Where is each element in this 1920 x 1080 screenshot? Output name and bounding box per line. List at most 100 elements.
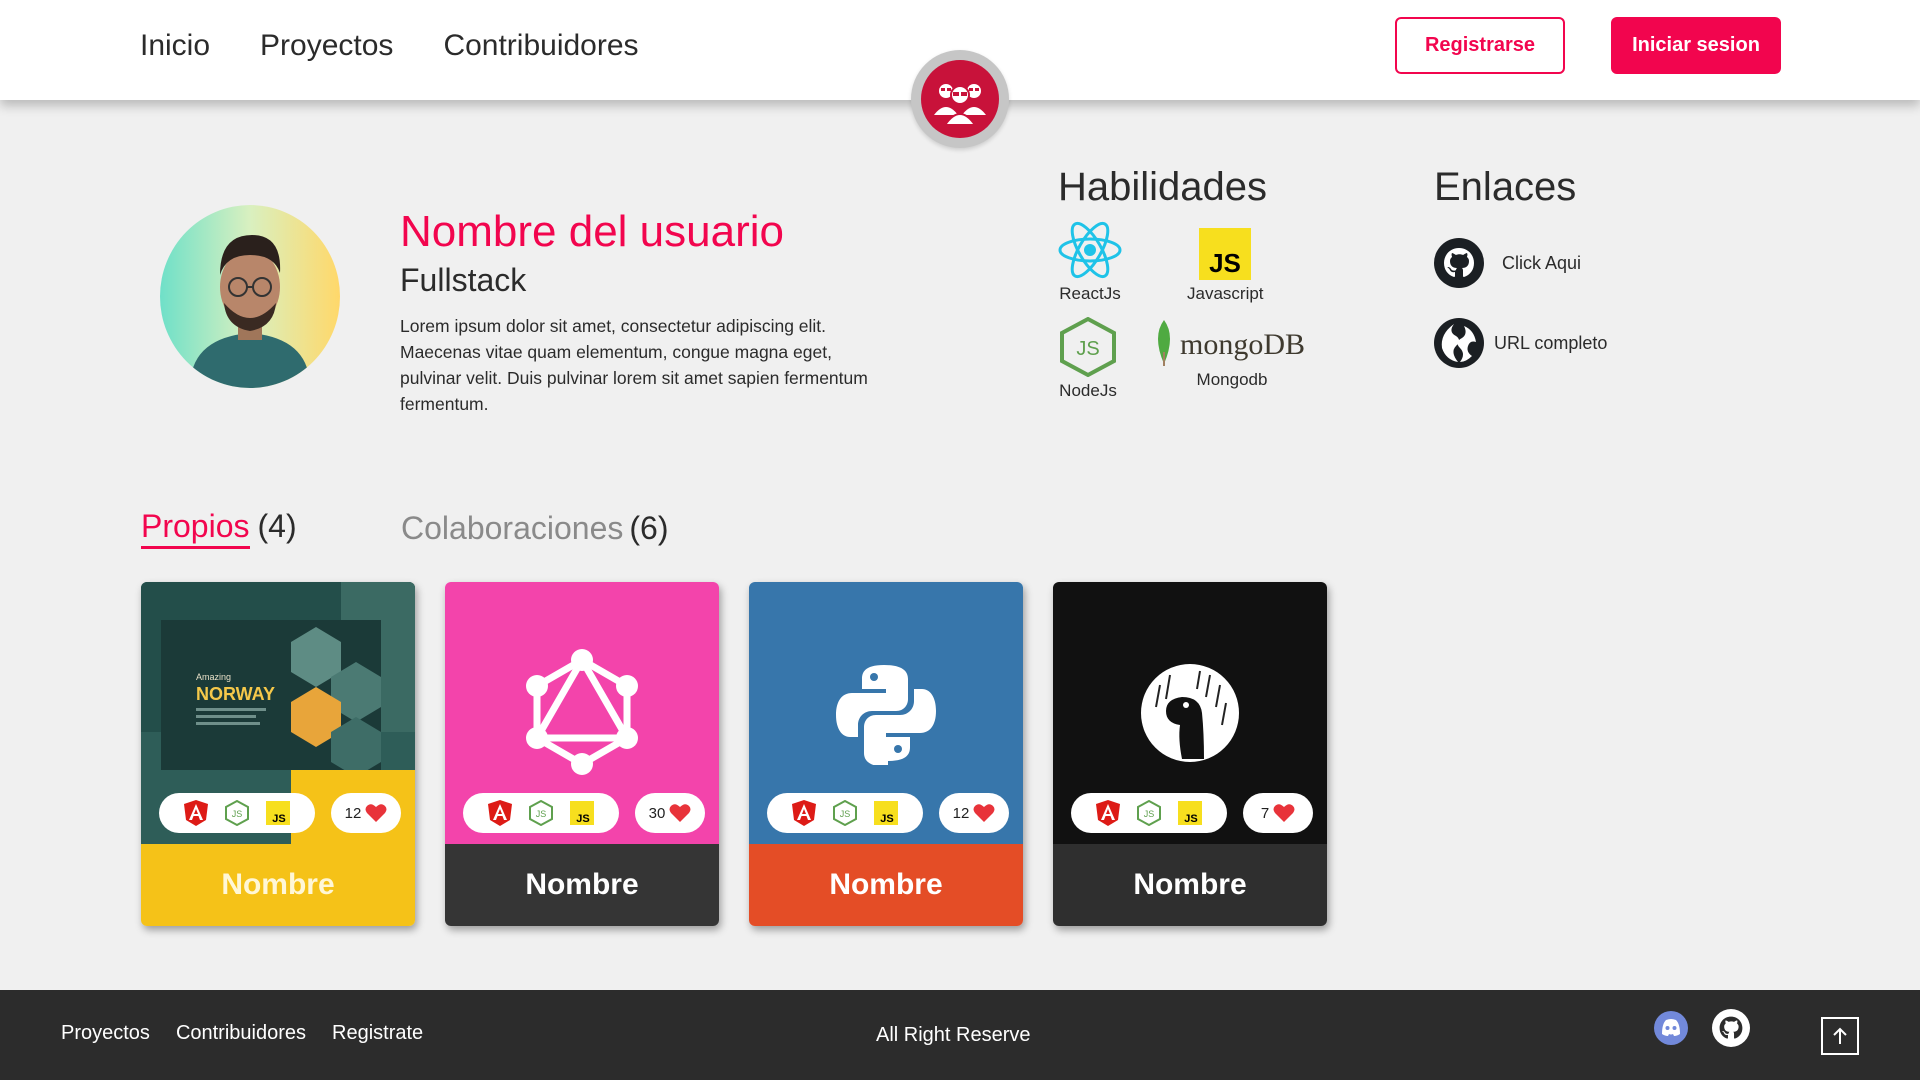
deno-icon [1141, 664, 1239, 762]
heart-icon [669, 804, 691, 822]
tab-count: (6) [629, 510, 669, 546]
likes-count: 7 [1260, 804, 1270, 822]
heart-icon [973, 804, 995, 822]
tab-label: Colaboraciones [401, 510, 624, 546]
skill-label: ReactJs [1059, 284, 1121, 303]
tab-colaboraciones[interactable]: Colaboraciones (6) [401, 510, 668, 547]
project-card[interactable]: JS JS 30 Nombre [445, 582, 719, 926]
nodejs-icon: JS [1136, 800, 1161, 826]
svg-text:mongoDB: mongoDB [1180, 328, 1305, 361]
skill-nodejs: JS NodeJs [1059, 317, 1117, 401]
heart-icon [1273, 804, 1295, 822]
globe-icon [1434, 318, 1484, 368]
footer-link-proyectos[interactable]: Proyectos [61, 1022, 150, 1045]
project-name: Nombre [141, 844, 415, 926]
javascript-icon: JS [1199, 228, 1252, 280]
nodejs-icon: JS [832, 800, 857, 826]
nav-inicio[interactable]: Inicio [140, 26, 210, 66]
arrow-up-icon [1833, 1027, 1847, 1044]
skill-label: Mongodb [1196, 370, 1268, 389]
mongodb-icon: mongoDB [1158, 320, 1305, 366]
svg-text:JS: JS [273, 813, 286, 825]
javascript-icon: JS [570, 801, 595, 825]
link-url[interactable]: URL completo [1434, 318, 1607, 368]
link-github[interactable]: Click Aqui [1434, 238, 1581, 288]
python-icon [836, 665, 936, 765]
footer-nav: Proyectos Contribuidores Registrate [61, 1022, 423, 1045]
tech-stack-pill: JS JS [463, 793, 619, 833]
project-card[interactable]: JS JS 7 Nombre [1053, 582, 1327, 926]
tech-stack-pill: JS JS [767, 793, 923, 833]
github-icon [1434, 238, 1484, 288]
project-name: Nombre [749, 844, 1023, 926]
javascript-icon: JS [266, 801, 291, 825]
svg-text:JS: JS [840, 809, 851, 819]
register-button[interactable]: Registrarse [1395, 17, 1565, 74]
user-role: Fullstack [400, 262, 527, 298]
skill-javascript: JS Javascript [1187, 228, 1264, 304]
project-name: Nombre [1053, 844, 1327, 926]
nodejs-icon: JS [528, 800, 553, 826]
footer: Proyectos Contribuidores Registrate All … [0, 990, 1920, 1080]
svg-text:JS: JS [577, 813, 590, 825]
svg-text:JS: JS [881, 813, 894, 825]
team-logo-icon [934, 84, 986, 126]
nodejs-icon: JS [1060, 317, 1116, 377]
likes-badge[interactable]: 12 [331, 793, 401, 833]
javascript-icon: JS [1178, 801, 1203, 825]
footer-link-contribuidores[interactable]: Contribuidores [176, 1022, 306, 1045]
main-nav: Inicio Proyectos Contribuidores [140, 26, 639, 66]
site-logo[interactable] [911, 50, 1009, 148]
user-name: Nombre del usuario [400, 207, 784, 256]
likes-badge[interactable]: 30 [635, 793, 705, 833]
tech-stack-pill: JS JS [159, 793, 315, 833]
svg-text:JS: JS [536, 809, 547, 819]
angular-icon [791, 800, 816, 826]
tech-stack-pill: JS JS [1071, 793, 1227, 833]
link-label[interactable]: Click Aqui [1502, 253, 1581, 274]
likes-count: 12 [952, 804, 970, 822]
angular-icon [487, 800, 512, 826]
links-heading: Enlaces [1434, 165, 1577, 209]
tab-label: Propios [141, 508, 250, 549]
github-footer-icon[interactable] [1712, 1009, 1750, 1047]
tab-count: (4) [257, 508, 297, 544]
nav-proyectos[interactable]: Proyectos [260, 26, 393, 66]
angular-icon [183, 800, 208, 826]
login-button[interactable]: Iniciar sesion [1611, 17, 1781, 74]
preview-small-title: Amazing [196, 672, 231, 682]
likes-count: 30 [648, 804, 666, 822]
tab-propios[interactable]: Propios (4) [141, 508, 297, 549]
project-card[interactable]: JS JS 12 Nombre [749, 582, 1023, 926]
svg-text:JS: JS [1144, 809, 1155, 819]
nodejs-icon: JS [224, 800, 249, 826]
react-icon [1058, 221, 1122, 279]
user-avatar [160, 205, 340, 388]
skill-label: NodeJs [1059, 381, 1117, 400]
skill-label: Javascript [1187, 284, 1264, 303]
skills-heading: Habilidades [1058, 165, 1268, 209]
heart-icon [365, 804, 387, 822]
likes-badge[interactable]: 7 [1243, 793, 1313, 833]
graphql-icon [526, 649, 638, 775]
svg-text:JS: JS [1209, 248, 1241, 278]
svg-text:JS: JS [232, 809, 243, 819]
skill-mongodb: mongoDB Mongodb [1150, 318, 1314, 390]
footer-copyright: All Right Reserve [876, 1024, 1031, 1046]
footer-link-registrate[interactable]: Registrate [332, 1022, 423, 1045]
link-label[interactable]: URL completo [1494, 333, 1607, 354]
likes-badge[interactable]: 12 [939, 793, 1009, 833]
svg-text:JS: JS [1185, 813, 1198, 825]
angular-icon [1095, 800, 1120, 826]
javascript-icon: JS [874, 801, 899, 825]
preview-big-title: NORWAY [196, 684, 275, 704]
likes-count: 12 [344, 804, 362, 822]
discord-icon[interactable] [1653, 1010, 1689, 1046]
project-name: Nombre [445, 844, 719, 926]
skill-react: ReactJs [1055, 220, 1125, 304]
scroll-top-button[interactable] [1821, 1017, 1859, 1055]
project-card[interactable]: Amazing NORWAY JS JS 12 Nombre [141, 582, 415, 926]
user-bio: Lorem ipsum dolor sit amet, consectetur … [400, 316, 868, 414]
svg-text:JS: JS [1076, 338, 1099, 360]
nav-contribuidores[interactable]: Contribuidores [443, 26, 638, 66]
